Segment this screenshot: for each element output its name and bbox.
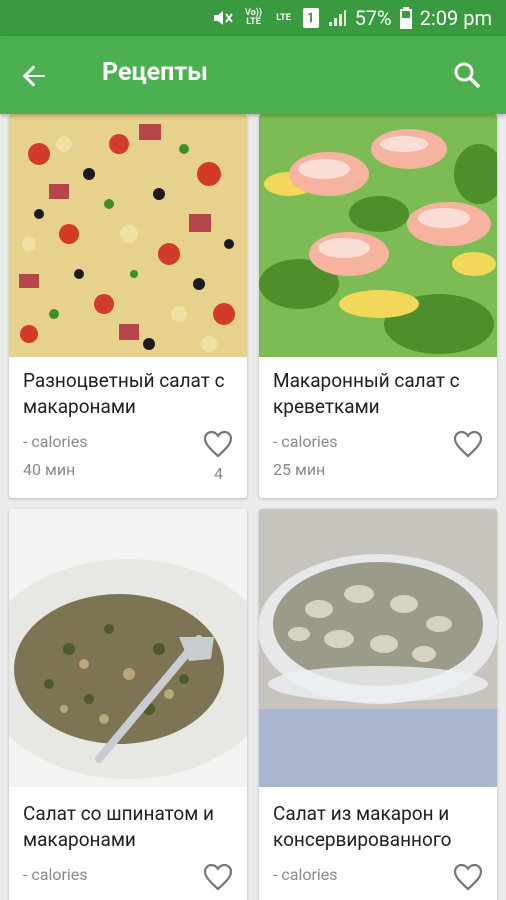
recipe-image [9,114,247,357]
arrow-back-icon [22,65,45,87]
recipe-name: Макаронный салат с креветками [273,369,460,418]
app-bar: Рецепты [0,36,506,114]
heart-icon [453,430,483,458]
recipe-name: Салат со шпинатом и макаронами [23,802,215,851]
back-button[interactable] [18,60,50,92]
page-title: Рецепты [102,58,208,87]
recipe-card[interactable]: Разноцветный салат с макаронами - calori… [9,114,247,498]
mute-icon [211,8,235,28]
lte-icon: LTE [276,12,291,23]
status-bar: Vo)) LTE LTE 1 57% 2:09 pm [0,0,506,36]
favorite-button[interactable] [453,863,483,891]
clock: 2:09 pm [419,6,492,30]
recipe-image [9,509,247,787]
favorite-button[interactable] [203,430,233,458]
recipe-card[interactable]: Салат из макарон и консервированного - c… [259,509,497,900]
recipe-time: 40 мин [23,460,76,479]
recipe-image [259,114,497,357]
recipe-name: Разноцветный салат с макаронами [23,369,225,418]
recipe-calories: - calories [23,432,88,451]
recipe-calories: - calories [23,865,88,884]
recipe-calories: - calories [273,865,338,884]
battery-percent: 57% [354,6,392,30]
search-button[interactable] [452,60,482,90]
heart-icon [203,863,233,891]
recipe-time: 25 мин [273,460,326,479]
recipe-card[interactable]: Салат со шпинатом и макаронами - calorie… [9,509,247,900]
favorite-button[interactable] [203,863,233,891]
recipe-card[interactable]: Макаронный салат с креветками - calories… [259,114,497,498]
volte-icon: Vo)) LTE [245,8,263,27]
recipe-image [259,509,497,787]
likes-count: 4 [214,464,223,483]
recipe-grid: Разноцветный салат с макаронами - calori… [0,114,506,900]
signal-icon [327,8,347,28]
heart-icon [203,430,233,458]
recipe-calories: - calories [273,432,338,451]
heart-icon [453,863,483,891]
battery-icon [399,7,412,29]
sim-icon: 1 [302,8,319,28]
favorite-button[interactable] [453,430,483,458]
recipe-name: Салат из макарон и консервированного [273,802,452,851]
search-icon [454,62,481,89]
